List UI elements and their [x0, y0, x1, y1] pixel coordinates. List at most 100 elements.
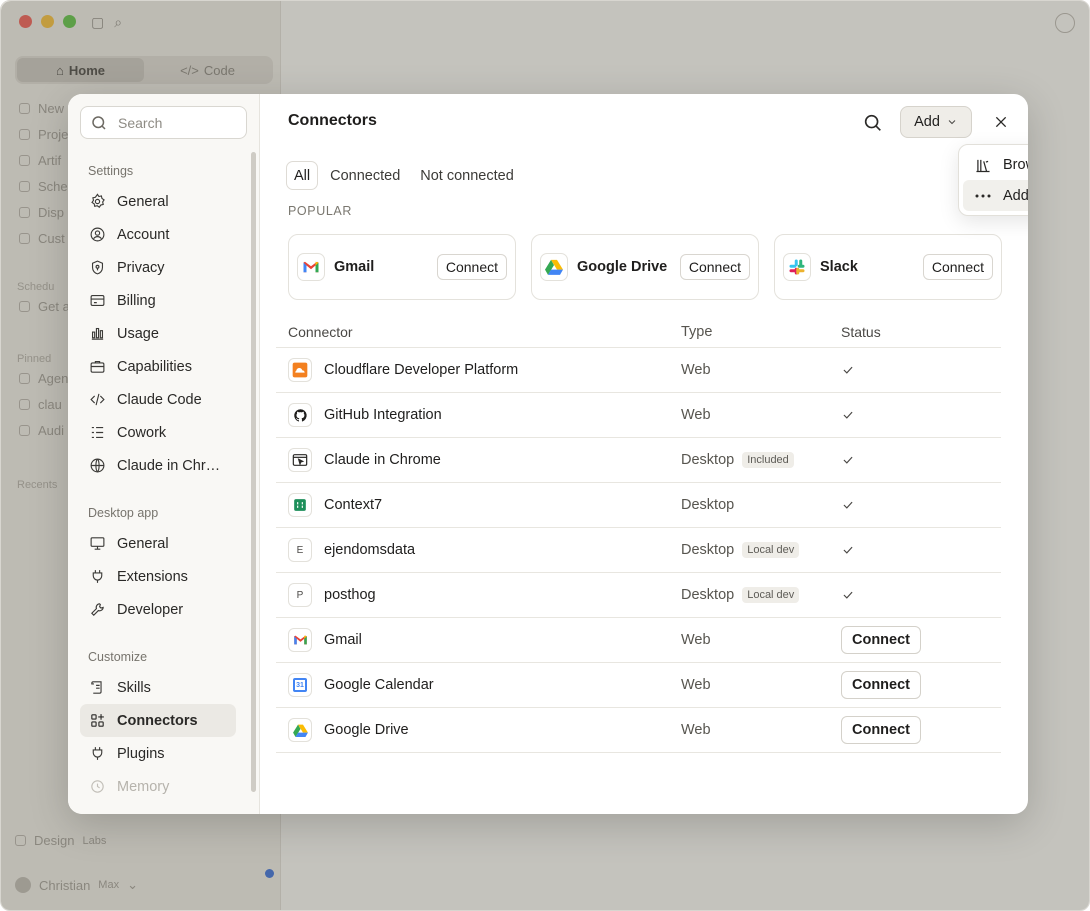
connect-button[interactable]: Connect [841, 626, 921, 654]
connect-button[interactable]: Connect [841, 716, 921, 744]
sidebar-item-label: Skills [117, 679, 151, 696]
connector-type: Desktop [681, 452, 735, 468]
google-drive-icon [288, 718, 312, 742]
table-row[interactable]: 31 Google Calendar Web Connect [276, 663, 1001, 708]
connector-name: Cloudflare Developer Platform [324, 362, 519, 378]
checklist-icon [91, 426, 104, 439]
table-row[interactable]: Google Drive Web Connect [276, 708, 1001, 753]
table-row[interactable]: P posthog Desktop Local dev [276, 573, 1001, 618]
slack-icon [783, 253, 811, 281]
sidebar-item-capabilities[interactable]: Capabilities [80, 350, 236, 383]
column-header-connector: Connector [288, 324, 353, 340]
connect-button[interactable]: Connect [436, 254, 507, 280]
sidebar-item-label: Billing [117, 292, 156, 309]
connector-type: Web [681, 362, 711, 378]
menu-item-browse-connectors[interactable]: Browse connectors [963, 149, 1028, 180]
connector-type: Web [681, 632, 711, 648]
sidebar-item-label: General [117, 193, 169, 210]
sidebar-item-account[interactable]: Account [80, 218, 236, 251]
sidebar-item-billing[interactable]: Billing [80, 284, 236, 317]
sidebar-item-claude-code[interactable]: Claude Code [80, 383, 236, 416]
sidebar-item-extensions[interactable]: Extensions [80, 560, 236, 593]
shield-icon [91, 260, 104, 275]
table-row[interactable]: Context7 Desktop [276, 483, 1001, 528]
sidebar-item-label: Extensions [117, 568, 188, 585]
settings-group-title: Customize [88, 649, 148, 664]
connect-button[interactable]: Connect [679, 254, 750, 280]
add-menu: Browse connectors Add custom connector [958, 144, 1028, 216]
letter-e-icon: E [288, 538, 312, 562]
cloudflare-icon [288, 358, 312, 382]
sidebar-item-label: Usage [117, 325, 159, 342]
connector-name: posthog [324, 587, 376, 603]
browser-cursor-icon [288, 448, 312, 472]
search-icon[interactable] [862, 112, 884, 134]
connector-name: GitHub Integration [324, 407, 442, 423]
sidebar-item-label: Account [117, 226, 170, 243]
sidebar-item-connectors[interactable]: Connectors [80, 704, 236, 737]
sidebar-item-plugins[interactable]: Plugins [80, 737, 236, 770]
connect-button[interactable]: Connect [841, 671, 921, 699]
sidebar-item-usage[interactable]: Usage [80, 317, 236, 350]
settings-search-input[interactable] [118, 114, 238, 131]
connector-name: Google Calendar [324, 677, 434, 693]
sidebar-item-skills[interactable]: Skills [80, 671, 236, 704]
table-row[interactable]: Claude in Chrome Desktop Included [276, 438, 1001, 483]
sidebar-item-general[interactable]: General [80, 185, 236, 218]
connector-tag: Local dev [742, 542, 800, 558]
context7-icon [288, 493, 312, 517]
checkmark-icon [843, 366, 853, 374]
sidebar-item-label: Plugins [117, 745, 165, 762]
connector-type: Web [681, 407, 711, 423]
close-modal-button[interactable] [990, 111, 1012, 133]
card-name: Google Drive [577, 259, 668, 275]
checkmark-icon [843, 546, 853, 554]
sidebar-item-label: Claude in Chr… [117, 457, 221, 474]
sidebar-item-label: Capabilities [117, 358, 192, 375]
menu-item-label: Browse connectors [1003, 156, 1028, 173]
table-header: Connector Type Status [276, 317, 1001, 348]
connector-tag: Local dev [742, 587, 800, 603]
google-drive-icon [540, 253, 568, 281]
table-row[interactable]: E ejendomsdata Desktop Local dev [276, 528, 1001, 573]
settings-nav: Settings General Account Privacy Billing… [80, 156, 236, 803]
connector-name: Context7 [324, 497, 383, 513]
popular-card-slack: Slack Connect [774, 234, 1002, 300]
table-row[interactable]: GitHub Integration Web [276, 393, 1001, 438]
monitor-icon [90, 537, 105, 550]
calendar-day-label: 31 [293, 678, 307, 692]
sidebar-item-claude-in-chrome[interactable]: Claude in Chr… [80, 449, 236, 482]
connector-tag: Included [742, 452, 794, 468]
checkmark-icon [843, 411, 853, 419]
menu-item-add-custom-connector[interactable]: Add custom connector [963, 180, 1028, 211]
connector-type: Desktop [681, 542, 735, 558]
sidebar-item-cowork[interactable]: Cowork [80, 416, 236, 449]
scroll-icon [91, 681, 102, 694]
github-icon [288, 403, 312, 427]
chevron-down-icon [948, 120, 956, 125]
sidebar-item-memory[interactable]: Memory [80, 770, 236, 803]
sidebar-item-developer[interactable]: Developer [80, 593, 236, 626]
google-calendar-icon: 31 [288, 673, 312, 697]
add-button[interactable]: Add [900, 106, 972, 138]
tab-not-connected[interactable]: Not connected [412, 161, 522, 190]
sidebar-item-desktop-general[interactable]: General [80, 527, 236, 560]
settings-search [80, 106, 247, 139]
tab-all[interactable]: All [286, 161, 319, 190]
bar-chart-icon [91, 327, 104, 340]
connect-button[interactable]: Connect [922, 254, 993, 280]
sidebar-item-label: Connectors [117, 712, 198, 729]
briefcase-icon [90, 360, 105, 373]
sidebar-item-privacy[interactable]: Privacy [80, 251, 236, 284]
popular-card-google-drive: Google Drive Connect [531, 234, 759, 300]
checkmark-icon [843, 591, 853, 599]
sidebar-item-label: Cowork [117, 424, 167, 441]
connector-name: ejendomsdata [324, 542, 416, 558]
popular-connectors: Gmail Connect Google Drive Connect Slack… [288, 234, 1002, 300]
globe-icon [90, 458, 105, 473]
checkmark-icon [843, 456, 853, 464]
sidebar-scrollbar[interactable] [251, 152, 256, 792]
tab-connected[interactable]: Connected [322, 161, 408, 190]
table-row[interactable]: Cloudflare Developer Platform Web [276, 348, 1001, 393]
table-row[interactable]: Gmail Web Connect [276, 618, 1001, 663]
